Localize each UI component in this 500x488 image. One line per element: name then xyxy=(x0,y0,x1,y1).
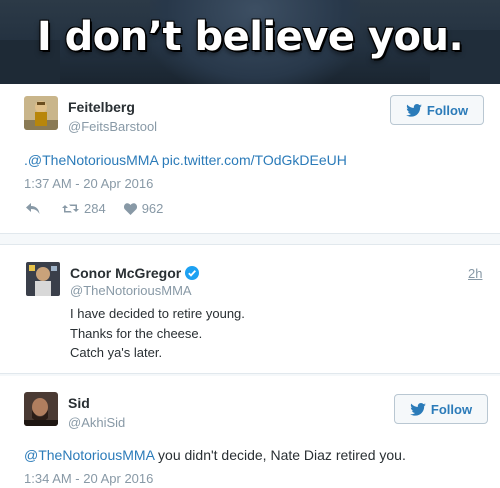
tweet-line-3: Catch ya's later. xyxy=(70,345,163,360)
card-separator xyxy=(0,234,500,244)
tweet-card-feitelberg: Feitelberg @FeitsBarstool Follow .@TheNo… xyxy=(0,84,500,234)
follow-button[interactable]: Follow xyxy=(394,394,488,424)
user-handle[interactable]: @AkhiSid xyxy=(68,415,125,430)
avatar[interactable] xyxy=(24,392,58,426)
follow-button[interactable]: Follow xyxy=(390,95,484,125)
tweet-text: @TheNotoriousMMA you didn't decide, Nate… xyxy=(24,447,406,463)
tweet-age[interactable]: 2h xyxy=(468,266,482,281)
mention-link[interactable]: @TheNotoriousMMA xyxy=(24,447,154,463)
follow-button-label: Follow xyxy=(430,401,473,417)
reply-button[interactable] xyxy=(26,203,40,214)
reply-icon xyxy=(26,203,40,214)
like-button[interactable]: 962 xyxy=(123,201,164,216)
twitter-bird-icon xyxy=(410,402,426,416)
tweet-card-sid: Sid @AkhiSid Follow @TheNotoriousMMA you… xyxy=(0,376,500,488)
heart-icon xyxy=(123,202,137,215)
user-name-text: Conor McGregor xyxy=(70,265,182,281)
tweet-card-conor: Conor McGregor @TheNotoriousMMA 2h I hav… xyxy=(0,244,500,374)
tweet-timestamp[interactable]: 1:34 AM - 20 Apr 2016 xyxy=(24,471,153,486)
tweet-text-rest: you didn't decide, Nate Diaz retired you… xyxy=(154,447,406,463)
meme-banner: I don’t believe you. xyxy=(0,0,500,84)
like-count: 962 xyxy=(141,201,164,216)
tweet-actions: 284 962 xyxy=(26,201,163,216)
meme-caption: I don’t believe you. xyxy=(36,14,464,60)
user-name[interactable]: Sid xyxy=(68,395,90,411)
retweet-count: 284 xyxy=(84,201,106,216)
verified-badge-icon xyxy=(185,266,200,280)
user-handle[interactable]: @TheNotoriousMMA xyxy=(70,283,192,298)
tweet-text: .@TheNotoriousMMA pic.twitter.com/TOdGkD… xyxy=(24,152,347,168)
user-name[interactable]: Feitelberg xyxy=(68,99,135,115)
follow-button-label: Follow xyxy=(426,102,469,118)
retweet-icon xyxy=(62,204,79,213)
mention-link[interactable]: .@TheNotoriousMMA xyxy=(24,152,158,168)
avatar[interactable] xyxy=(24,96,58,130)
user-name[interactable]: Conor McGregor xyxy=(70,265,200,281)
avatar[interactable] xyxy=(26,262,60,296)
tweet-line-2: Thanks for the cheese. xyxy=(70,326,203,341)
tweet-line-1: I have decided to retire young. xyxy=(70,306,245,321)
tweet-timestamp[interactable]: 1:37 AM - 20 Apr 2016 xyxy=(24,176,153,191)
twitter-bird-icon xyxy=(406,103,422,117)
pic-link[interactable]: pic.twitter.com/TOdGkDEeUH xyxy=(158,152,347,168)
retweet-button[interactable]: 284 xyxy=(62,201,106,216)
user-handle[interactable]: @FeitsBarstool xyxy=(68,119,157,134)
